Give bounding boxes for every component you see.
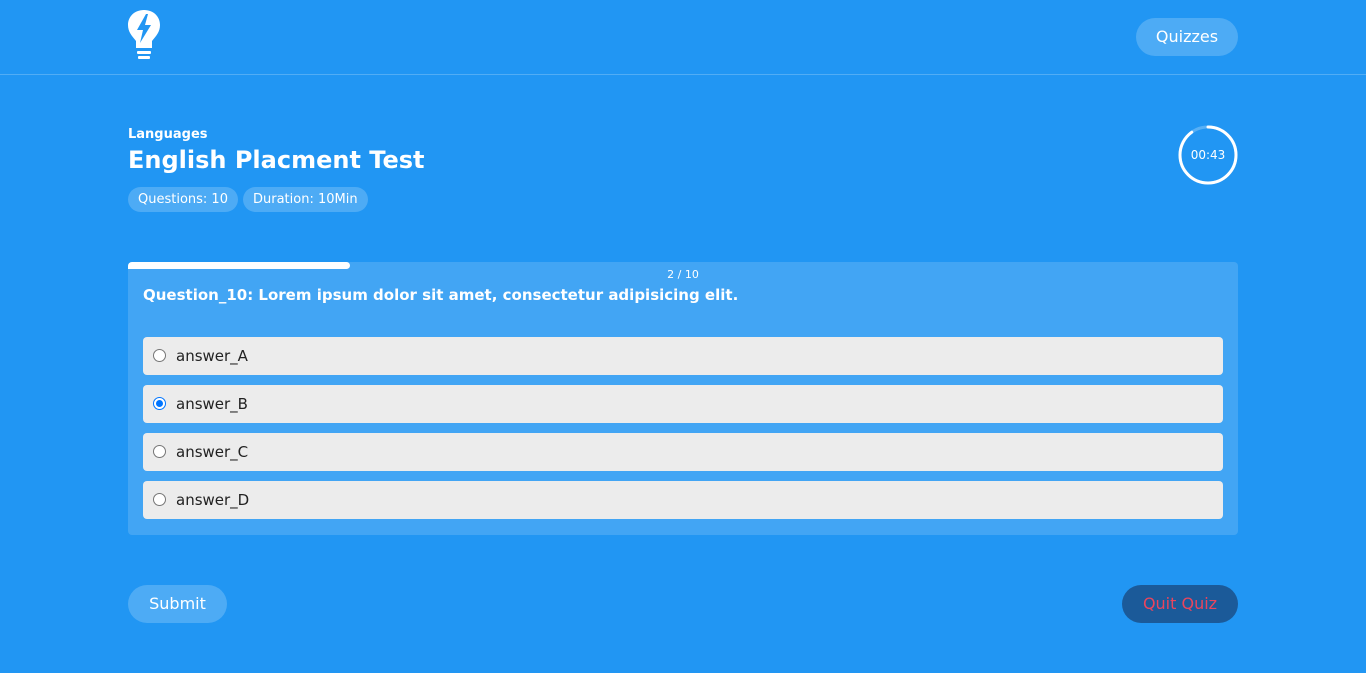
answer-option-b[interactable]: answer_B bbox=[143, 385, 1223, 423]
top-navbar: Quizzes bbox=[0, 0, 1366, 75]
quizzes-nav-button[interactable]: Quizzes bbox=[1136, 18, 1238, 56]
answer-label: answer_D bbox=[176, 491, 250, 509]
quit-quiz-button[interactable]: Quit Quiz bbox=[1122, 585, 1238, 623]
quiz-category: Languages bbox=[128, 127, 208, 142]
answer-label: answer_B bbox=[176, 395, 248, 413]
countdown-timer: 00:43 bbox=[1177, 124, 1239, 186]
answer-label: answer_C bbox=[176, 443, 249, 461]
answer-list: answer_A answer_B answer_C answer_D bbox=[143, 337, 1223, 529]
answer-option-a[interactable]: answer_A bbox=[143, 337, 1223, 375]
question-text: Question_10: Lorem ipsum dolor sit amet,… bbox=[143, 286, 739, 304]
progress-label: 2 / 10 bbox=[667, 268, 699, 281]
radio-button[interactable] bbox=[153, 445, 166, 458]
answer-label: answer_A bbox=[176, 347, 248, 365]
duration-badge: Duration: 10Min bbox=[243, 187, 368, 212]
answer-option-d[interactable]: answer_D bbox=[143, 481, 1223, 519]
radio-button[interactable] bbox=[153, 397, 166, 410]
lightbulb-bolt-icon[interactable] bbox=[127, 8, 161, 62]
timer-value: 00:43 bbox=[1190, 148, 1226, 162]
answer-option-c[interactable]: answer_C bbox=[143, 433, 1223, 471]
questions-count-badge: Questions: 10 bbox=[128, 187, 238, 212]
radio-button[interactable] bbox=[153, 493, 166, 506]
radio-button[interactable] bbox=[153, 349, 166, 362]
question-card: 2 / 10 Question_10: Lorem ipsum dolor si… bbox=[128, 262, 1238, 535]
submit-button[interactable]: Submit bbox=[128, 585, 227, 623]
quiz-title: English Placment Test bbox=[128, 146, 425, 174]
